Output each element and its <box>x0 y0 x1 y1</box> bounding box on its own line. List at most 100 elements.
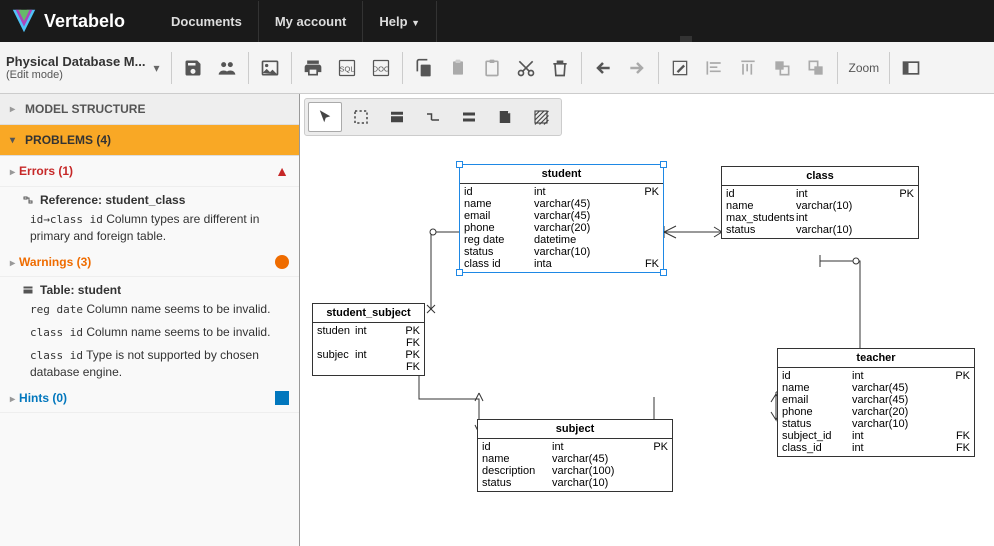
panel-toggle-button[interactable] <box>894 51 928 85</box>
errors-section[interactable]: ▸Errors (1)▲ <box>0 156 299 187</box>
column-row[interactable]: reg datedatetime <box>464 234 659 246</box>
entity-title: student <box>460 165 663 184</box>
document-mode: (Edit mode) <box>6 69 145 81</box>
column-row[interactable]: idintPK <box>482 441 668 453</box>
warning-item[interactable]: class id Type is not supported by chosen… <box>0 345 299 384</box>
doc-export-button[interactable]: DOC <box>364 51 398 85</box>
resize-handle[interactable] <box>456 269 463 276</box>
column-row[interactable]: idintPK <box>726 188 914 200</box>
column-row[interactable]: namevarchar(45) <box>464 198 659 210</box>
caret-right-icon: ▸ <box>10 394 15 405</box>
column-row[interactable]: statusvarchar(10) <box>482 477 668 489</box>
column-row[interactable]: namevarchar(10) <box>726 200 914 212</box>
column-row[interactable]: emailvarchar(45) <box>782 394 970 406</box>
col-name: id <box>782 370 852 382</box>
align-top-icon <box>738 58 758 78</box>
column-row[interactable]: namevarchar(45) <box>482 453 668 465</box>
paste-button[interactable] <box>441 51 475 85</box>
problems-header[interactable]: ▾PROBLEMS (4) <box>0 125 299 156</box>
separator <box>248 52 249 84</box>
column-row[interactable]: class_idintFK <box>782 442 970 454</box>
align-top-button[interactable] <box>731 51 765 85</box>
column-row[interactable]: idintPK <box>464 186 659 198</box>
col-name: name <box>482 453 552 465</box>
column-row[interactable]: namevarchar(45) <box>782 382 970 394</box>
nav-documents[interactable]: Documents <box>155 1 259 42</box>
entity-subject[interactable]: subject idintPKnamevarchar(45)descriptio… <box>477 419 673 492</box>
error-reference-title[interactable]: Reference: student_class <box>0 187 299 209</box>
document-title: Physical Database M... <box>6 54 145 69</box>
entity-class[interactable]: class idintPKnamevarchar(10)max_students… <box>721 166 919 239</box>
column-row[interactable]: max_studentsint <box>726 212 914 224</box>
logo[interactable]: Vertabelo <box>10 7 125 35</box>
document-title-area[interactable]: Physical Database M... (Edit mode) <box>6 54 149 81</box>
delete-button[interactable] <box>543 51 577 85</box>
col-name: name <box>782 382 852 394</box>
share-button[interactable] <box>210 51 244 85</box>
resize-handle[interactable] <box>660 161 667 168</box>
resize-handle[interactable] <box>660 269 667 276</box>
main-toolbar: Physical Database M... (Edit mode) ▾ SQL… <box>0 42 994 94</box>
col-name: subjec <box>317 349 355 373</box>
column-row[interactable]: studenintPK FK <box>317 325 420 349</box>
save-button[interactable] <box>176 51 210 85</box>
col-key: PK FK <box>398 325 420 349</box>
print-button[interactable] <box>296 51 330 85</box>
col-name: status <box>464 246 534 258</box>
nav-account[interactable]: My account <box>259 1 364 42</box>
col-name: phone <box>782 406 852 418</box>
column-row[interactable]: descriptionvarchar(100) <box>482 465 668 477</box>
image-export-button[interactable] <box>253 51 287 85</box>
column-row[interactable]: emailvarchar(45) <box>464 210 659 222</box>
column-row[interactable]: phonevarchar(20) <box>782 406 970 418</box>
nav-help[interactable]: Help ▼ <box>363 1 437 42</box>
copy-button[interactable] <box>407 51 441 85</box>
resize-handle[interactable] <box>456 161 463 168</box>
cut-button[interactable] <box>509 51 543 85</box>
col-key <box>948 418 970 430</box>
column-row[interactable]: idintPK <box>782 370 970 382</box>
sql-export-button[interactable]: SQL <box>330 51 364 85</box>
col-name: name <box>464 198 534 210</box>
col-type: int <box>852 370 948 382</box>
error-item[interactable]: id→class id Column types are different i… <box>0 209 299 248</box>
entity-student-subject[interactable]: student_subject studenintPK FKsubjecintP… <box>312 303 425 376</box>
warning-table-title[interactable]: Table: student <box>0 277 299 299</box>
save-icon <box>183 58 203 78</box>
bring-front-button[interactable] <box>765 51 799 85</box>
send-back-button[interactable] <box>799 51 833 85</box>
warning-item[interactable]: class id Column name seems to be invalid… <box>0 322 299 345</box>
logo-icon <box>10 7 38 35</box>
model-structure-header[interactable]: ▸MODEL STRUCTURE <box>0 94 299 125</box>
entity-columns: idintPKnamevarchar(45)emailvarchar(45)ph… <box>460 184 663 272</box>
column-row[interactable]: statusvarchar(10) <box>464 246 659 258</box>
col-type: int <box>534 186 637 198</box>
column-row[interactable]: statusvarchar(10) <box>726 224 914 236</box>
warnings-section[interactable]: ▸Warnings (3) <box>0 248 299 277</box>
zoom-button[interactable]: Zoom <box>842 61 885 75</box>
edit-button[interactable] <box>663 51 697 85</box>
column-row[interactable]: statusvarchar(10) <box>782 418 970 430</box>
column-row[interactable]: phonevarchar(20) <box>464 222 659 234</box>
caret-down-icon[interactable]: ▾ <box>153 61 159 75</box>
trash-icon <box>550 58 570 78</box>
align-left-button[interactable] <box>697 51 731 85</box>
entity-student[interactable]: student idintPKnamevarchar(45)emailvarch… <box>459 164 664 273</box>
col-type: int <box>552 441 646 453</box>
column-row[interactable]: subject_idintFK <box>782 430 970 442</box>
col-key <box>637 198 659 210</box>
col-name: email <box>464 210 534 222</box>
clipboard-button[interactable] <box>475 51 509 85</box>
column-row[interactable]: subjecintPK FK <box>317 349 420 373</box>
entity-columns: studenintPK FKsubjecintPK FK <box>313 323 424 375</box>
table-icon <box>22 284 34 296</box>
redo-button[interactable] <box>620 51 654 85</box>
warning-item[interactable]: reg date Column name seems to be invalid… <box>0 299 299 322</box>
col-name: id <box>726 188 796 200</box>
column-row[interactable]: class idintaFK <box>464 258 659 270</box>
undo-button[interactable] <box>586 51 620 85</box>
entity-teacher[interactable]: teacher idintPKnamevarchar(45)emailvarch… <box>777 348 975 457</box>
col-key: PK <box>637 186 659 198</box>
hints-section[interactable]: ▸Hints (0) <box>0 384 299 413</box>
diagram-canvas[interactable]: student idintPKnamevarchar(45)emailvarch… <box>300 94 994 546</box>
